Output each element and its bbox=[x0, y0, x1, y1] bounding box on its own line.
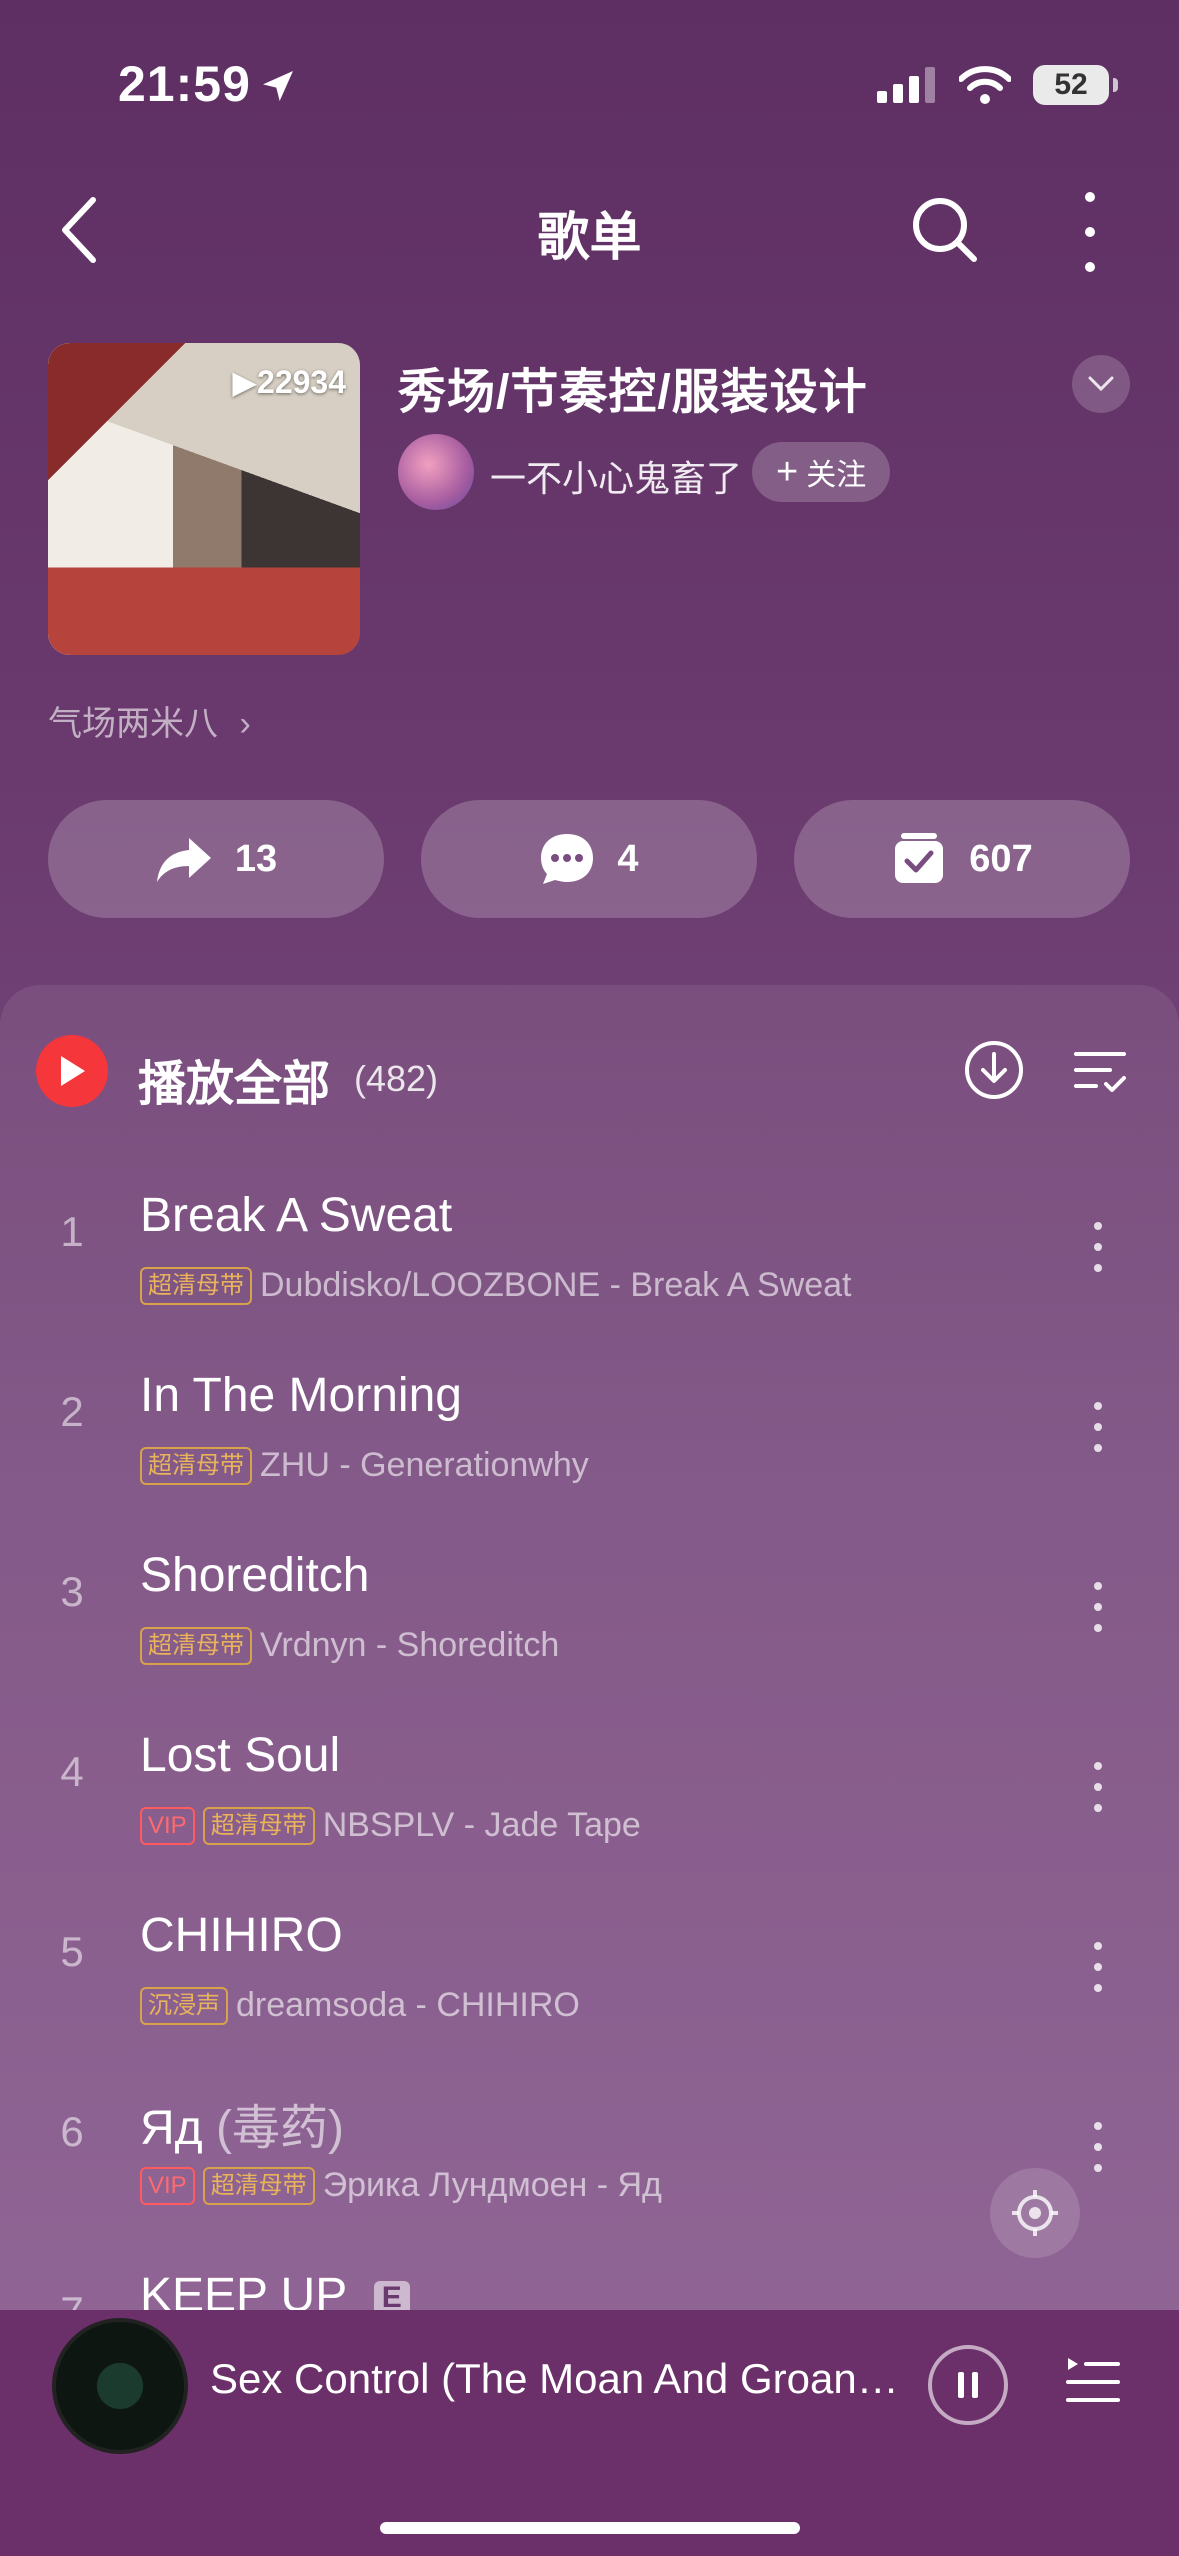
song-index: 1 bbox=[60, 1208, 84, 1255]
now-playing-title[interactable]: Sex Control (The Moan And Groan Mix) bbox=[210, 2355, 910, 2403]
download-button[interactable] bbox=[962, 1038, 1026, 1102]
list-check-icon bbox=[1074, 1052, 1126, 1092]
song-artist-album: Эрика Лундмоен - Яд bbox=[322, 2166, 662, 2204]
wifi-icon bbox=[959, 66, 1011, 104]
pause-button[interactable] bbox=[928, 2345, 1008, 2425]
chevron-right-icon: › bbox=[239, 705, 251, 743]
location-arrow-icon bbox=[258, 66, 298, 111]
status-indicators: 52 bbox=[877, 62, 1118, 108]
song-artist-album: NBSPLV - Jade Tape bbox=[322, 1806, 641, 1844]
more-menu-button[interactable] bbox=[1070, 192, 1110, 272]
mini-player[interactable] bbox=[0, 2310, 1179, 2556]
song-more-button[interactable] bbox=[1090, 1942, 1106, 1992]
play-count-label: ▶22934 bbox=[232, 364, 346, 400]
song-meta: 超清母带 ZHU - Generationwhy bbox=[140, 1446, 589, 1485]
song-index: 6 bbox=[60, 2108, 84, 2155]
song-row[interactable]: 5 CHIHIRO 沉浸声 dreamsoda - CHIHIRO bbox=[0, 1880, 1179, 2060]
collect-count: 607 bbox=[969, 837, 1033, 880]
song-meta: 超清母带 Vrdnyn - Shoreditch bbox=[140, 1626, 559, 1665]
quality-badge: 超清母带 bbox=[140, 1626, 252, 1665]
page-title: 歌单 bbox=[537, 209, 642, 267]
follow-label: 关注 bbox=[806, 459, 867, 492]
song-artist-album: Dubdisko/LOOZBONE - Break A Sweat bbox=[260, 1266, 852, 1304]
comment-icon bbox=[541, 834, 594, 884]
search-icon bbox=[913, 198, 977, 262]
play-all-button[interactable] bbox=[36, 1035, 108, 1107]
target-icon bbox=[1012, 2190, 1058, 2236]
song-row[interactable]: 4 Lost Soul VIP 超清母带 NBSPLV - Jade Tape bbox=[0, 1700, 1179, 1880]
search-button[interactable] bbox=[910, 195, 980, 265]
song-row[interactable]: 1 Break A Sweat 超清母带 Dubdisko/LOOZBONE -… bbox=[0, 1160, 1179, 1340]
song-artist-album: ZHU - Generationwhy bbox=[260, 1446, 589, 1484]
vip-badge: VIP bbox=[140, 1806, 195, 1845]
expand-info-button[interactable] bbox=[1072, 355, 1130, 413]
song-more-button[interactable] bbox=[1090, 2122, 1106, 2172]
signal-icon bbox=[877, 67, 935, 103]
song-count: (482) bbox=[354, 1058, 439, 1099]
song-meta: VIP 超清母带 Эрика Лундмоен - Яд bbox=[140, 2166, 662, 2205]
song-row[interactable]: 3 Shoreditch 超清母带 Vrdnyn - Shoreditch bbox=[0, 1520, 1179, 1700]
song-index: 2 bbox=[60, 1388, 84, 1435]
immersive-badge: 沉浸声 bbox=[140, 1986, 228, 2025]
song-title: Break A Sweat bbox=[140, 1189, 453, 1242]
song-title: CHIHIRO bbox=[140, 1909, 343, 1962]
home-indicator bbox=[380, 2522, 800, 2534]
song-more-button[interactable] bbox=[1090, 1762, 1106, 1812]
song-title: In The Morning bbox=[140, 1369, 462, 1422]
status-time: 21:59 bbox=[118, 56, 251, 112]
comment-button[interactable]: 4 bbox=[421, 800, 757, 918]
multi-select-button[interactable] bbox=[1070, 1040, 1130, 1100]
song-title: Shoreditch bbox=[140, 1549, 370, 1602]
follow-button[interactable]: + 关注 bbox=[752, 442, 891, 502]
playlist-queue-button[interactable] bbox=[1064, 2352, 1122, 2408]
song-artist-album: dreamsoda - CHIHIRO bbox=[236, 1986, 580, 2024]
vip-badge: VIP bbox=[140, 2166, 195, 2205]
play-all-label[interactable]: 播放全部 bbox=[138, 1044, 330, 1114]
quality-badge: 超清母带 bbox=[140, 1446, 252, 1485]
share-count: 13 bbox=[234, 837, 278, 880]
share-icon bbox=[156, 838, 211, 882]
quality-badge: 超清母带 bbox=[140, 1266, 252, 1305]
share-button[interactable]: 13 bbox=[48, 800, 384, 918]
song-title: Lost Soul bbox=[140, 1729, 341, 1782]
song-index: 3 bbox=[60, 1568, 84, 1615]
song-index: 4 bbox=[60, 1748, 84, 1795]
song-meta: VIP 超清母带 NBSPLV - Jade Tape bbox=[140, 1806, 641, 1845]
pause-icon bbox=[958, 2372, 978, 2398]
song-more-button[interactable] bbox=[1090, 1402, 1106, 1452]
plus-icon: + bbox=[776, 451, 799, 493]
collected-check-icon bbox=[895, 833, 944, 883]
song-meta: 沉浸声 dreamsoda - CHIHIRO bbox=[140, 1986, 580, 2025]
creator-avatar[interactable] bbox=[398, 434, 474, 510]
battery-indicator: 52 bbox=[1033, 65, 1118, 105]
creator-name[interactable]: 一不小心鬼畜了 bbox=[490, 450, 742, 502]
comment-count: 4 bbox=[617, 837, 639, 880]
song-artist-album: Vrdnyn - Shoreditch bbox=[260, 1626, 560, 1664]
download-icon bbox=[965, 1041, 1023, 1099]
playlist-tag[interactable]: 气场两米八 › bbox=[48, 696, 251, 745]
now-playing-cover[interactable] bbox=[52, 2318, 188, 2454]
chevron-down-icon bbox=[1088, 376, 1114, 392]
quality-badge: 超清母带 bbox=[202, 2166, 315, 2205]
playlist-title: 秀场/节奏控/服装设计 bbox=[398, 366, 868, 419]
quality-badge: 超清母带 bbox=[202, 1806, 315, 1845]
locate-current-button[interactable] bbox=[990, 2168, 1080, 2258]
song-title: Яд (毒药) bbox=[140, 2102, 344, 2155]
queue-icon bbox=[1066, 2358, 1120, 2402]
song-more-button[interactable] bbox=[1090, 1582, 1106, 1632]
song-more-button[interactable] bbox=[1090, 1222, 1106, 1272]
play-icon bbox=[61, 1056, 85, 1086]
collect-button[interactable]: 607 bbox=[794, 800, 1130, 918]
song-row[interactable]: 2 In The Morning 超清母带 ZHU - Generationwh… bbox=[0, 1340, 1179, 1520]
song-meta: 超清母带 Dubdisko/LOOZBONE - Break A Sweat bbox=[140, 1266, 851, 1305]
playlist-cover[interactable]: ▶22934 bbox=[48, 343, 360, 655]
song-index: 5 bbox=[60, 1928, 84, 1975]
song-subtitle: (毒药) bbox=[216, 2102, 344, 2155]
